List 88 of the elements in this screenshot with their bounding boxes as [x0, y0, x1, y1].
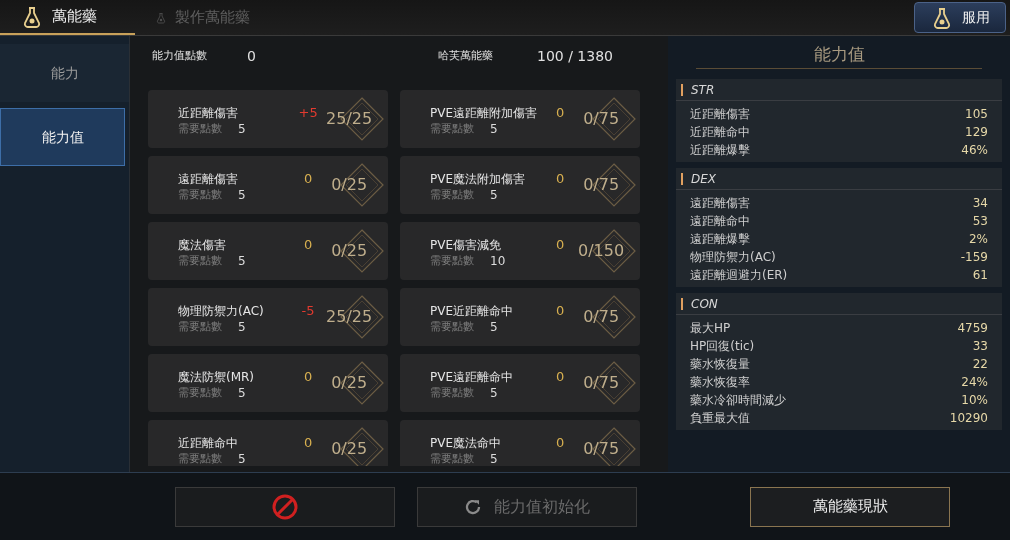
section-title: CON	[691, 295, 718, 313]
stat-value: 10290	[949, 410, 988, 427]
stat-value: 129	[965, 124, 988, 141]
stat-label: 最大HP	[690, 320, 731, 337]
stat-change: 0	[554, 170, 566, 189]
section-title: STR	[691, 81, 715, 99]
required-points-value: 5	[238, 121, 246, 137]
summary-value: 0	[247, 46, 256, 66]
stat-change: 0	[302, 368, 314, 387]
stat-change: 0	[554, 236, 566, 255]
stat-value: 4759	[957, 320, 988, 337]
stat-change: -5	[300, 302, 316, 321]
stat-value: 24%	[961, 374, 988, 391]
stat-value: 46%	[961, 142, 988, 159]
required-points-value: 5	[238, 253, 246, 269]
stat-label: 遠距離傷害	[690, 195, 750, 212]
stat-label: 負重最大值	[690, 410, 750, 427]
stat-change: 0	[302, 170, 314, 189]
stat-name: PVE傷害減免	[430, 237, 503, 253]
stat-label: 物理防禦力(AC)	[690, 249, 776, 266]
required-points-value: 5	[238, 319, 246, 335]
required-points-label: 需要點數	[430, 253, 474, 269]
stat-value: 105	[965, 106, 988, 123]
stat-change: 0	[554, 104, 566, 123]
stat-label: 藥水恢復率	[690, 374, 750, 391]
stat-label: 遠距離命中	[690, 213, 750, 230]
required-points-value: 5	[238, 451, 246, 466]
stat-name: 近距離傷害	[178, 105, 239, 121]
required-points-label: 需要點數	[430, 451, 474, 466]
stat-change: 0	[302, 236, 314, 255]
required-points-value: 5	[490, 187, 498, 203]
stat-value: -159	[960, 249, 988, 266]
stat-label: HP回復(tic)	[690, 338, 755, 355]
stat-name: 魔法防禦(MR)	[178, 369, 256, 385]
stat-label: 遠距離迴避力(ER)	[690, 267, 788, 284]
required-points-value: 5	[238, 385, 246, 401]
stat-label: 近距離傷害	[690, 106, 750, 123]
stat-value: 53	[972, 213, 988, 230]
stat-value: 2%	[968, 231, 988, 248]
required-points-label: 需要點數	[178, 253, 222, 269]
stat-change: 0	[554, 302, 566, 321]
stat-name: PVE魔法附加傷害	[430, 171, 527, 187]
stat-label: 藥水恢復量	[690, 356, 750, 373]
stat-progress: 0/25	[331, 438, 368, 460]
required-points-value: 5	[490, 121, 498, 137]
required-points-label: 需要點數	[178, 385, 222, 401]
stat-change: +5	[298, 104, 319, 123]
stat-name: 近距離命中	[178, 435, 239, 451]
required-points-label: 需要點數	[430, 319, 474, 335]
stat-progress: 0/75	[583, 438, 620, 460]
summary-label: 哈芙萬能藥	[438, 47, 493, 64]
required-points-value: 5	[238, 187, 246, 203]
required-points-value: 5	[490, 319, 498, 335]
required-points-label: 需要點數	[178, 121, 222, 137]
stat-name: PVE魔法命中	[430, 435, 503, 451]
stat-name: PVE近距離命中	[430, 303, 515, 319]
summary-label: 能力值點數	[152, 47, 207, 64]
stat-name: 遠距離傷害	[178, 171, 239, 187]
required-points-value: 5	[490, 451, 498, 466]
stat-name: 物理防禦力(AC)	[178, 303, 265, 319]
stat-name: PVE遠距離命中	[430, 369, 515, 385]
stat-label: 近距離命中	[690, 124, 750, 141]
stat-value: 61	[972, 267, 988, 284]
stat-change: 0	[302, 434, 314, 453]
stat-value: 33	[972, 338, 988, 355]
stat-change: 0	[554, 434, 566, 453]
stat-label: 遠距離爆擊	[690, 231, 750, 248]
required-points-label: 需要點數	[430, 385, 474, 401]
stat-label: 藥水冷卻時間減少	[690, 392, 786, 409]
stat-value: 34	[972, 195, 988, 212]
required-points-label: 需要點數	[178, 451, 222, 466]
summary-value: 100 / 1380	[537, 46, 613, 66]
stat-progress: 0/25	[331, 372, 368, 394]
stat-label: 近距離爆擊	[690, 142, 750, 159]
required-points-value: 10	[490, 253, 506, 269]
required-points-label: 需要點數	[430, 187, 474, 203]
stat-value: 22	[972, 356, 988, 373]
panel-title: 能力值	[812, 43, 866, 66]
stat-value: 10%	[961, 392, 988, 409]
required-points-value: 5	[490, 385, 498, 401]
required-points-label: 需要點數	[178, 319, 222, 335]
section-title: DEX	[691, 170, 717, 188]
stat-change: 0	[554, 368, 566, 387]
stat-name: 魔法傷害	[178, 237, 227, 253]
stat-progress: 0/75	[583, 372, 620, 394]
required-points-label: 需要點數	[178, 187, 222, 203]
required-points-label: 需要點數	[430, 121, 474, 137]
stat-name: PVE遠距離附加傷害	[430, 105, 539, 121]
